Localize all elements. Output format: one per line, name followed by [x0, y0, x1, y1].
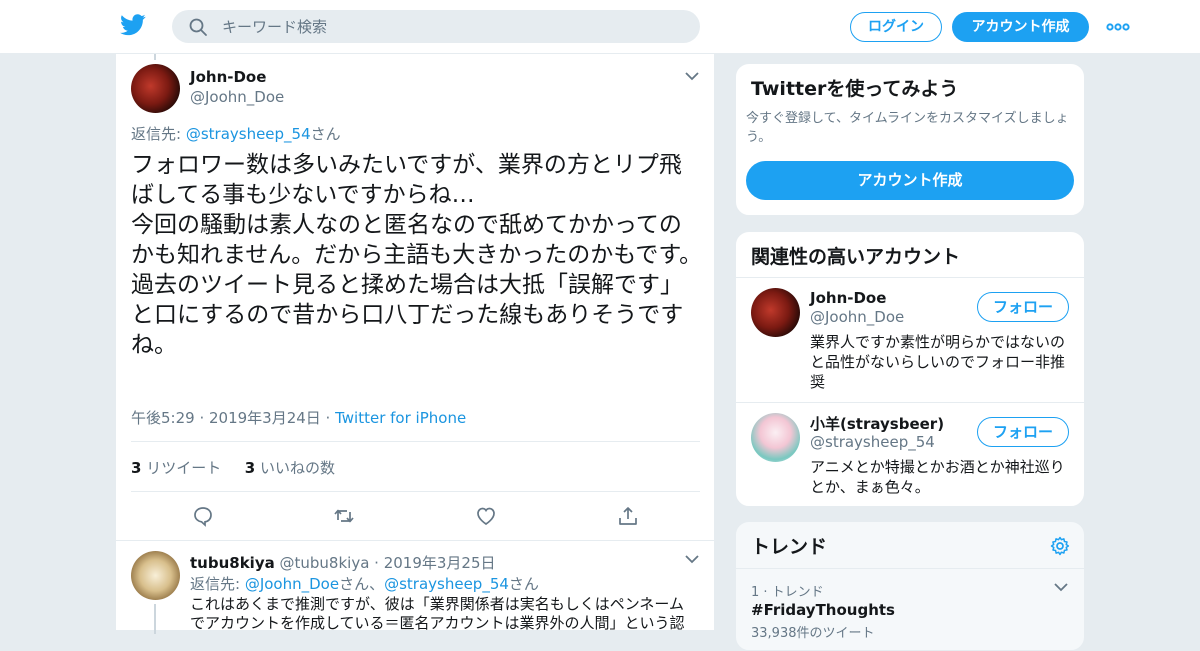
avatar[interactable] — [751, 288, 800, 337]
tweet-timestamp[interactable]: 午後5:29 · 2019年3月24日 · — [131, 409, 335, 427]
search-box[interactable] — [172, 10, 700, 43]
account-name[interactable]: 小羊(straysbeer) — [810, 413, 944, 434]
login-button[interactable]: ログイン — [850, 12, 942, 42]
related-accounts-title: 関連性の高いアカウント — [751, 246, 961, 268]
thread-line — [154, 54, 156, 60]
signup-card-title: Twitterを使ってみよう — [751, 78, 959, 100]
reply-to-link[interactable]: @straysheep_54 — [186, 125, 311, 143]
account-bio: アニメとか特撮とかお酒とか神社巡りとか、まぁ色々。 — [810, 458, 1065, 496]
reply-to-line: 返信先: @Joohn_Doeさん、@straysheep_54さん — [190, 575, 539, 593]
search-input[interactable] — [222, 10, 682, 43]
chevron-down-icon[interactable] — [1054, 582, 1068, 592]
signup-card: Twitterを使ってみよう 今すぐ登録して、タイムラインをカスタマイズしましょ… — [735, 63, 1085, 216]
twitter-bird-icon[interactable] — [120, 14, 146, 36]
reply-to-line: 返信先: @straysheep_54さん — [131, 123, 341, 144]
like-stat[interactable]: 3 いいねの数 — [245, 459, 335, 477]
account-handle[interactable]: @Joohn_Doe — [810, 308, 904, 326]
account-name[interactable]: John-Doe — [810, 289, 886, 307]
tweet-detail-column: John-Doe @Joohn_Doe 返信先: @straysheep_54さ… — [115, 54, 715, 634]
tweet-source-link[interactable]: Twitter for iPhone — [335, 409, 466, 427]
reply-icon[interactable] — [192, 505, 214, 527]
related-accounts-card: 関連性の高いアカウント John-Doe @Joohn_Doe フォロー 業界人… — [735, 231, 1085, 507]
chevron-down-icon[interactable] — [685, 554, 699, 564]
related-account: 小羊(straysbeer) @straysheep_54 フォロー アニメとか… — [736, 403, 1084, 506]
avatar[interactable] — [751, 413, 800, 462]
trends-title: トレンド — [751, 536, 828, 558]
follow-button[interactable]: フォロー — [977, 417, 1069, 447]
retweet-icon[interactable] — [333, 505, 355, 527]
tweet-author-handle[interactable]: @Joohn_Doe — [190, 88, 284, 106]
related-account: John-Doe @Joohn_Doe フォロー 業界人ですか素性が明らかではな… — [736, 278, 1084, 402]
chevron-down-icon[interactable] — [685, 71, 699, 81]
tweet-author-name[interactable]: John-Doe — [190, 68, 266, 86]
top-navigation-bar: ログイン アカウント作成 — [0, 0, 1200, 54]
reply-author-handle[interactable]: @tubu8kiya — [280, 554, 370, 572]
avatar[interactable] — [131, 64, 180, 113]
divider — [116, 540, 714, 541]
retweet-stat[interactable]: 3 リツイート — [131, 459, 221, 477]
share-icon[interactable] — [617, 505, 639, 527]
account-handle[interactable]: @straysheep_54 — [810, 433, 935, 451]
signup-card-description: 今すぐ登録して、タイムラインをカスタマイズしましょう。 — [746, 111, 1069, 145]
tweet-stats: 3 リツイート 3 いいねの数 — [131, 457, 335, 478]
reply-to-link[interactable]: @Joohn_Doe — [245, 575, 339, 593]
trend-rank: 1 · トレンド — [751, 585, 824, 600]
tweet-text: フォロワー数は多いみたいですが、業界の方とリプ飛ばしてる事も少ないですからね… … — [131, 152, 703, 358]
like-heart-icon[interactable] — [475, 505, 497, 527]
reply-suffix: さん — [310, 125, 341, 143]
search-icon — [189, 18, 207, 36]
divider — [131, 491, 700, 492]
trends-card: トレンド 1 · トレンド #FridayThoughts 33,938件のツイ… — [735, 521, 1085, 651]
trend-hashtag[interactable]: #FridayThoughts — [751, 601, 895, 619]
divider — [736, 568, 1084, 569]
divider — [131, 441, 700, 442]
reply-text: これはあくまで推測ですが、彼は「業界関係者は実名もしくはペンネーム でアカウント… — [190, 595, 685, 632]
create-account-button[interactable]: アカウント作成 — [746, 161, 1074, 200]
avatar[interactable] — [131, 551, 180, 600]
account-bio: 業界人ですか素性が明らかではないのと品性がないらしいのでフォロー非推奨 — [810, 333, 1066, 391]
follow-button[interactable]: フォロー — [977, 292, 1069, 322]
more-options-icon[interactable] — [1106, 17, 1130, 37]
reply-date[interactable]: · 2019年3月25日 — [369, 554, 495, 572]
reply-author-name[interactable]: tubu8kiya — [190, 554, 275, 572]
reply-prefix: 返信先: — [131, 125, 186, 143]
tweet-meta: 午後5:29 · 2019年3月24日 · Twitter for iPhone — [131, 407, 466, 428]
trend-tweet-count: 33,938件のツイート — [751, 626, 875, 641]
reply-header: tubu8kiya @tubu8kiya · 2019年3月25日 — [190, 552, 496, 573]
signup-button[interactable]: アカウント作成 — [952, 12, 1089, 42]
gear-icon[interactable] — [1049, 535, 1071, 557]
reply-to-link[interactable]: @straysheep_54 — [384, 575, 509, 593]
